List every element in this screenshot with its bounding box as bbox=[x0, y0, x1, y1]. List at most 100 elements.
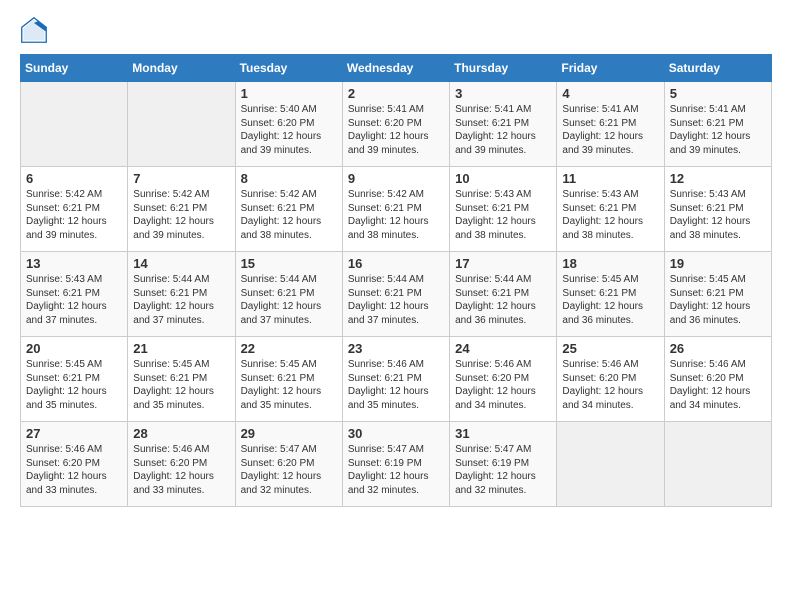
header-cell-monday: Monday bbox=[128, 55, 235, 82]
calendar-cell: 27 Sunrise: 5:46 AM Sunset: 6:20 PM Dayli… bbox=[21, 422, 128, 507]
day-number: 24 bbox=[455, 341, 551, 356]
day-number: 27 bbox=[26, 426, 122, 441]
calendar-cell: 15 Sunrise: 5:44 AM Sunset: 6:21 PM Dayli… bbox=[235, 252, 342, 337]
day-info: Sunrise: 5:46 AM Sunset: 6:21 PM Dayligh… bbox=[348, 358, 444, 412]
day-info: Sunrise: 5:44 AM Sunset: 6:21 PM Dayligh… bbox=[348, 273, 444, 327]
day-number: 12 bbox=[670, 171, 766, 186]
calendar-cell: 31 Sunrise: 5:47 AM Sunset: 6:19 PM Dayli… bbox=[450, 422, 557, 507]
day-number: 10 bbox=[455, 171, 551, 186]
day-number: 25 bbox=[562, 341, 658, 356]
calendar-cell: 1 Sunrise: 5:40 AM Sunset: 6:20 PM Daylig… bbox=[235, 82, 342, 167]
calendar-week-row: 20Sunrise: 5:45 AM Sunset: 6:21 PM Dayli… bbox=[21, 337, 772, 422]
calendar-cell bbox=[557, 422, 664, 507]
day-info: Sunrise: 5:44 AM Sunset: 6:21 PM Dayligh… bbox=[133, 273, 229, 327]
header-cell-sunday: Sunday bbox=[21, 55, 128, 82]
day-number: 2 bbox=[348, 86, 444, 101]
day-info: Sunrise: 5:45 AM Sunset: 6:21 PM Dayligh… bbox=[133, 358, 229, 412]
calendar-cell: 17 Sunrise: 5:44 AM Sunset: 6:21 PM Dayli… bbox=[450, 252, 557, 337]
calendar-cell: 6 Sunrise: 5:42 AM Sunset: 6:21 PM Daylig… bbox=[21, 167, 128, 252]
day-info: Sunrise: 5:42 AM Sunset: 6:21 PM Dayligh… bbox=[241, 188, 337, 242]
day-number: 22 bbox=[241, 341, 337, 356]
day-number: 28 bbox=[133, 426, 229, 441]
calendar-cell: 16 Sunrise: 5:44 AM Sunset: 6:21 PM Dayli… bbox=[342, 252, 449, 337]
day-info: Sunrise: 5:45 AM Sunset: 6:21 PM Dayligh… bbox=[26, 358, 122, 412]
day-number: 11 bbox=[562, 171, 658, 186]
day-number: 4 bbox=[562, 86, 658, 101]
calendar-cell bbox=[21, 82, 128, 167]
calendar-cell: 30 Sunrise: 5:47 AM Sunset: 6:19 PM Dayli… bbox=[342, 422, 449, 507]
calendar-cell: 4Sunrise: 5:41 AM Sunset: 6:21 PM Daylig… bbox=[557, 82, 664, 167]
calendar-cell bbox=[664, 422, 771, 507]
day-number: 19 bbox=[670, 256, 766, 271]
day-number: 29 bbox=[241, 426, 337, 441]
day-info: Sunrise: 5:46 AM Sunset: 6:20 PM Dayligh… bbox=[26, 443, 122, 497]
calendar-cell: 9Sunrise: 5:42 AM Sunset: 6:21 PM Daylig… bbox=[342, 167, 449, 252]
day-info: Sunrise: 5:41 AM Sunset: 6:21 PM Dayligh… bbox=[455, 103, 551, 157]
calendar-week-row: 13 Sunrise: 5:43 AM Sunset: 6:21 PM Dayli… bbox=[21, 252, 772, 337]
day-info: Sunrise: 5:41 AM Sunset: 6:20 PM Dayligh… bbox=[348, 103, 444, 157]
day-info: Sunrise: 5:42 AM Sunset: 6:21 PM Dayligh… bbox=[133, 188, 229, 242]
calendar-cell: 13 Sunrise: 5:43 AM Sunset: 6:21 PM Dayli… bbox=[21, 252, 128, 337]
calendar-cell: 19 Sunrise: 5:45 AM Sunset: 6:21 PM Dayli… bbox=[664, 252, 771, 337]
day-info: Sunrise: 5:45 AM Sunset: 6:21 PM Dayligh… bbox=[562, 273, 658, 327]
day-info: Sunrise: 5:46 AM Sunset: 6:20 PM Dayligh… bbox=[670, 358, 766, 412]
calendar-cell: 21Sunrise: 5:45 AM Sunset: 6:21 PM Dayli… bbox=[128, 337, 235, 422]
day-number: 13 bbox=[26, 256, 122, 271]
calendar-cell: 26 Sunrise: 5:46 AM Sunset: 6:20 PM Dayli… bbox=[664, 337, 771, 422]
day-info: Sunrise: 5:46 AM Sunset: 6:20 PM Dayligh… bbox=[133, 443, 229, 497]
day-info: Sunrise: 5:43 AM Sunset: 6:21 PM Dayligh… bbox=[26, 273, 122, 327]
day-number: 8 bbox=[241, 171, 337, 186]
header-cell-tuesday: Tuesday bbox=[235, 55, 342, 82]
calendar-table: SundayMondayTuesdayWednesdayThursdayFrid… bbox=[20, 54, 772, 507]
header-row: SundayMondayTuesdayWednesdayThursdayFrid… bbox=[21, 55, 772, 82]
calendar-cell: 23 Sunrise: 5:46 AM Sunset: 6:21 PM Dayli… bbox=[342, 337, 449, 422]
calendar-cell: 11 Sunrise: 5:43 AM Sunset: 6:21 PM Dayli… bbox=[557, 167, 664, 252]
calendar-cell: 29 Sunrise: 5:47 AM Sunset: 6:20 PM Dayli… bbox=[235, 422, 342, 507]
calendar-cell bbox=[128, 82, 235, 167]
day-number: 7 bbox=[133, 171, 229, 186]
day-info: Sunrise: 5:45 AM Sunset: 6:21 PM Dayligh… bbox=[241, 358, 337, 412]
day-number: 16 bbox=[348, 256, 444, 271]
calendar-cell: 3 Sunrise: 5:41 AM Sunset: 6:21 PM Daylig… bbox=[450, 82, 557, 167]
page-header bbox=[20, 16, 772, 44]
calendar-cell: 24 Sunrise: 5:46 AM Sunset: 6:20 PM Dayli… bbox=[450, 337, 557, 422]
day-info: Sunrise: 5:45 AM Sunset: 6:21 PM Dayligh… bbox=[670, 273, 766, 327]
day-info: Sunrise: 5:44 AM Sunset: 6:21 PM Dayligh… bbox=[241, 273, 337, 327]
day-number: 1 bbox=[241, 86, 337, 101]
calendar-cell: 25Sunrise: 5:46 AM Sunset: 6:20 PM Dayli… bbox=[557, 337, 664, 422]
calendar-cell: 8 Sunrise: 5:42 AM Sunset: 6:21 PM Daylig… bbox=[235, 167, 342, 252]
day-info: Sunrise: 5:44 AM Sunset: 6:21 PM Dayligh… bbox=[455, 273, 551, 327]
day-info: Sunrise: 5:43 AM Sunset: 6:21 PM Dayligh… bbox=[670, 188, 766, 242]
calendar-cell: 22 Sunrise: 5:45 AM Sunset: 6:21 PM Dayli… bbox=[235, 337, 342, 422]
day-info: Sunrise: 5:46 AM Sunset: 6:20 PM Dayligh… bbox=[455, 358, 551, 412]
calendar-week-row: 1 Sunrise: 5:40 AM Sunset: 6:20 PM Daylig… bbox=[21, 82, 772, 167]
day-info: Sunrise: 5:40 AM Sunset: 6:20 PM Dayligh… bbox=[241, 103, 337, 157]
day-info: Sunrise: 5:47 AM Sunset: 6:20 PM Dayligh… bbox=[241, 443, 337, 497]
calendar-cell: 2 Sunrise: 5:41 AM Sunset: 6:20 PM Daylig… bbox=[342, 82, 449, 167]
day-info: Sunrise: 5:43 AM Sunset: 6:21 PM Dayligh… bbox=[562, 188, 658, 242]
logo-icon bbox=[20, 16, 48, 44]
day-number: 6 bbox=[26, 171, 122, 186]
day-info: Sunrise: 5:47 AM Sunset: 6:19 PM Dayligh… bbox=[348, 443, 444, 497]
header-cell-friday: Friday bbox=[557, 55, 664, 82]
calendar-cell: 18 Sunrise: 5:45 AM Sunset: 6:21 PM Dayli… bbox=[557, 252, 664, 337]
day-info: Sunrise: 5:42 AM Sunset: 6:21 PM Dayligh… bbox=[26, 188, 122, 242]
day-number: 31 bbox=[455, 426, 551, 441]
day-info: Sunrise: 5:47 AM Sunset: 6:19 PM Dayligh… bbox=[455, 443, 551, 497]
calendar-cell: 20Sunrise: 5:45 AM Sunset: 6:21 PM Dayli… bbox=[21, 337, 128, 422]
day-number: 18 bbox=[562, 256, 658, 271]
day-number: 3 bbox=[455, 86, 551, 101]
calendar-cell: 5Sunrise: 5:41 AM Sunset: 6:21 PM Daylig… bbox=[664, 82, 771, 167]
day-number: 17 bbox=[455, 256, 551, 271]
calendar-week-row: 6 Sunrise: 5:42 AM Sunset: 6:21 PM Daylig… bbox=[21, 167, 772, 252]
calendar-cell: 7 Sunrise: 5:42 AM Sunset: 6:21 PM Daylig… bbox=[128, 167, 235, 252]
day-number: 26 bbox=[670, 341, 766, 356]
logo bbox=[20, 16, 52, 44]
day-number: 15 bbox=[241, 256, 337, 271]
header-cell-thursday: Thursday bbox=[450, 55, 557, 82]
calendar-header: SundayMondayTuesdayWednesdayThursdayFrid… bbox=[21, 55, 772, 82]
day-number: 23 bbox=[348, 341, 444, 356]
day-number: 30 bbox=[348, 426, 444, 441]
header-cell-wednesday: Wednesday bbox=[342, 55, 449, 82]
day-info: Sunrise: 5:43 AM Sunset: 6:21 PM Dayligh… bbox=[455, 188, 551, 242]
